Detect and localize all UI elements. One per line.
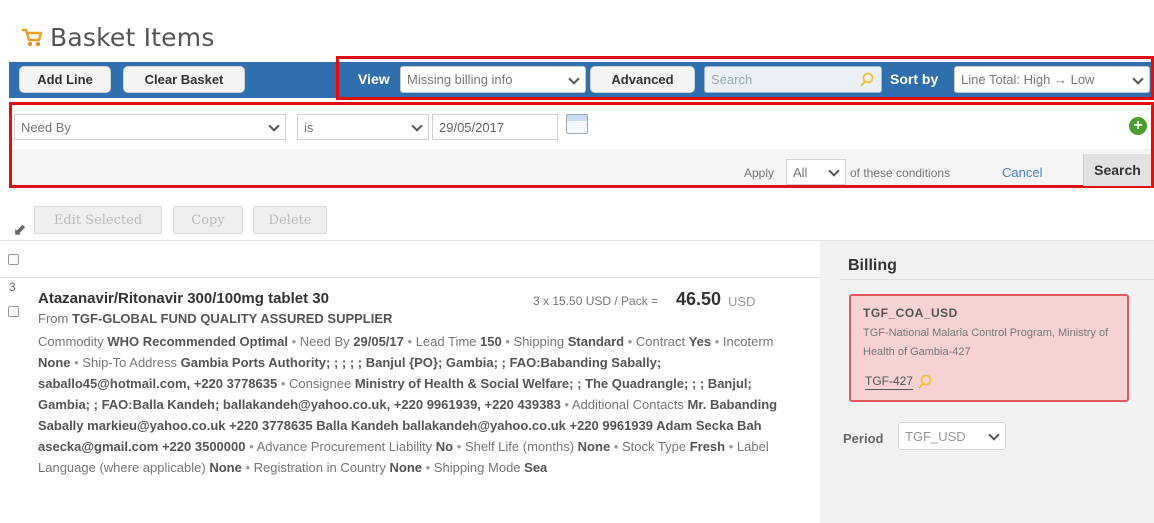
billing-description: TGF-National Malaria Control Program, Mi… [863, 327, 1109, 358]
registration-value: None [389, 460, 422, 475]
consignee-label: Consignee [289, 376, 352, 391]
stock-type-value: Fresh [689, 439, 726, 454]
add-line-button[interactable]: Add Line [19, 66, 111, 93]
billing-account-card[interactable]: TGF_COA_USD TGF-National Malaria Control… [849, 294, 1129, 402]
apply-mode-select[interactable]: All [786, 159, 846, 185]
apply-suffix: of these conditions [850, 166, 951, 180]
liability-label: Advance Procurement Liability [256, 439, 433, 454]
copy-button[interactable]: Copy [173, 206, 243, 234]
delete-button[interactable]: Delete [253, 206, 327, 234]
page-header: Basket Items [20, 22, 215, 52]
chevron-down-icon [411, 120, 423, 132]
need-by-label: Need By [299, 334, 350, 349]
advanced-filter-panel: Need By is 29/05/2017 + Apply All of the… [9, 102, 1154, 188]
billing-code: TGF_COA_USD [863, 306, 958, 320]
billing-id[interactable]: TGF-427 [865, 374, 914, 390]
line-total: 46.50 [676, 289, 722, 309]
contract-label: Contract [635, 334, 686, 349]
chevron-down-icon [988, 429, 1000, 441]
lead-time-label: Lead Time [415, 334, 477, 349]
line-currency: USD [728, 294, 756, 309]
ship-to-label: Ship-To Address [82, 355, 177, 370]
lookup-search-icon[interactable] [917, 374, 933, 390]
billing-divider [840, 279, 1154, 280]
commodity-value: WHO Recommended Optimal [107, 334, 288, 349]
period-select[interactable]: TGF_USD [898, 422, 1006, 450]
stock-type-label: Stock Type [621, 439, 687, 454]
filter-field-value: Need By [21, 119, 71, 135]
unit-price: 3 x 15.50 USD / Pack = [533, 294, 659, 308]
back-arrow-icon[interactable]: ⬋ [13, 220, 26, 240]
item-details: Commodity WHO Recommended Optimal • Need… [38, 334, 778, 475]
commodity-label: Commodity [38, 334, 104, 349]
apply-mode-value: All [793, 164, 808, 180]
shelf-life-value: None [577, 439, 611, 454]
incoterm-label: Incoterm [722, 334, 774, 349]
supplier-name: TGF-GLOBAL FUND QUALITY ASSURED SUPPLIER [71, 311, 393, 326]
billing-heading: Billing [848, 257, 897, 274]
item-name[interactable]: Atazanavir/Ritonavir 300/100mg tablet 30 [38, 290, 329, 307]
billing-panel: Billing TGF_COA_USD TGF-National Malaria… [820, 240, 1154, 523]
add-condition-icon[interactable]: + [1129, 117, 1147, 135]
chevron-down-icon [828, 165, 840, 177]
incoterm-value: None [38, 355, 71, 370]
filter-operator-select[interactable]: is [297, 114, 429, 140]
shipping-value: Standard [567, 334, 625, 349]
view-highlight-frame [336, 56, 1154, 100]
need-by-value: 29/05/17 [353, 334, 404, 349]
shipping-label: Shipping [513, 334, 565, 349]
liability-value: No [435, 439, 454, 454]
lead-time-value: 150 [480, 334, 502, 349]
registration-label: Registration in Country [253, 460, 386, 475]
shipping-mode-value: Sea [524, 460, 548, 475]
page-title: Basket Items [50, 22, 215, 52]
basket-item-list: 3 Atazanavir/Ritonavir 300/100mg tablet … [0, 240, 820, 523]
supplier-prefix: From [38, 311, 69, 326]
filter-search-button[interactable]: Search [1083, 154, 1151, 186]
select-all-checkbox[interactable] [8, 254, 19, 265]
filter-field-select[interactable]: Need By [14, 114, 286, 140]
chevron-down-icon [268, 120, 280, 132]
basket-page: Basket Items Add Line Clear Basket View … [0, 0, 1154, 523]
clear-basket-button[interactable]: Clear Basket [123, 66, 245, 93]
cancel-link[interactable]: Cancel [1002, 165, 1042, 180]
supplier-line: From TGF-GLOBAL FUND QUALITY ASSURED SUP… [38, 311, 392, 326]
calendar-icon[interactable] [566, 114, 588, 134]
row-checkbox[interactable] [8, 306, 19, 317]
row-number: 3 [9, 280, 16, 294]
filter-operator-value: is [304, 119, 314, 135]
filter-condition-row: Need By is 29/05/2017 + [12, 105, 1151, 149]
basket-icon [20, 26, 44, 48]
contract-value: Yes [688, 334, 712, 349]
list-header [0, 240, 820, 278]
edit-selected-button[interactable]: Edit Selected [34, 206, 162, 234]
period-label: Period [843, 431, 884, 446]
apply-label: Apply [744, 166, 775, 180]
filter-date-value: 29/05/2017 [439, 119, 505, 135]
contacts-label: Additional Contacts [571, 397, 684, 412]
shelf-life-label: Shelf Life (months) [464, 439, 575, 454]
shipping-mode-label: Shipping Mode [433, 460, 521, 475]
period-value: TGF_USD [905, 428, 966, 444]
filter-date-input[interactable]: 29/05/2017 [432, 114, 558, 140]
label-language-value: None [209, 460, 242, 475]
